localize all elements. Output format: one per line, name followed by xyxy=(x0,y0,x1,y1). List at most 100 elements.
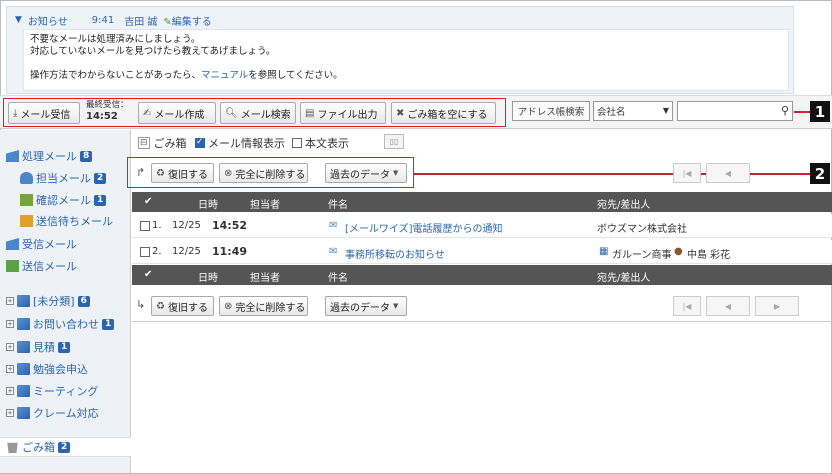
delete-icon: ⊗ xyxy=(224,300,233,312)
sidebar-item-inquiry[interactable]: + お問い合わせ 1 xyxy=(6,316,115,332)
show-body-checkbox[interactable] xyxy=(292,138,302,148)
first-page-button[interactable]: |◀ xyxy=(673,163,701,183)
row-checkbox[interactable] xyxy=(140,221,150,231)
footer-column-date[interactable]: 日時 xyxy=(198,269,218,284)
column-assignee[interactable]: 担当者 xyxy=(250,196,280,211)
prev-page-button-bottom[interactable]: ◀ xyxy=(706,296,750,316)
company-icon: ▦ xyxy=(599,246,609,257)
row-subject-link[interactable]: [メールワイズ]電話履歴からの通知 xyxy=(345,220,503,235)
notice-body: 不要なメールは処理済みにしましょう。 対応していないメールを見つけたら教えてあげ… xyxy=(23,29,789,91)
sidebar-item-meeting[interactable]: + ミーティング xyxy=(6,383,98,399)
count-badge: 1 xyxy=(102,318,115,330)
sidebar-item-inbox[interactable]: 受信メール xyxy=(6,236,77,252)
first-page-button-bottom[interactable]: |◀ xyxy=(673,296,701,316)
main-bottom-divider xyxy=(132,321,832,322)
restore-icon: ♻ xyxy=(156,300,165,312)
show-mail-info-option[interactable]: メール情報表示 xyxy=(195,135,285,151)
notice-header: ▼ お知らせ 9:41 吉田 誠 ✎編集する xyxy=(15,13,212,28)
column-party[interactable]: 宛先/差出人 xyxy=(597,196,650,211)
sidebar-item-estimate[interactable]: + 見積 1 xyxy=(6,339,71,355)
sidebar-label: 見積 xyxy=(33,341,55,354)
sidebar-item-unclassified[interactable]: + [未分類] 6 xyxy=(6,293,90,309)
collapse-triangle-icon[interactable]: ▼ xyxy=(15,15,22,25)
sidebar-label: クレーム対応 xyxy=(33,407,99,420)
notice-line3: 操作方法でわからないことがあったら、マニュアルを参照してください。 xyxy=(30,70,782,82)
delete-permanent-button-bottom[interactable]: ⊗ 完全に削除する xyxy=(219,296,308,316)
notice-line1: 不要なメールは処理済みにしましょう。 xyxy=(30,34,201,45)
past-data-dropdown-bottom[interactable]: 過去のデータ ▼ xyxy=(325,296,407,316)
delete-label: 完全に削除する xyxy=(235,302,306,314)
folder-icon xyxy=(17,318,30,330)
sidebar-item-complaint[interactable]: + クレーム対応 xyxy=(6,405,99,421)
expand-icon[interactable]: + xyxy=(6,409,14,417)
notice-panel: ▼ お知らせ 9:41 吉田 誠 ✎編集する 不要なメールは処理済みにしましょう… xyxy=(6,6,794,94)
table-row[interactable]: 2. 12/25 11:49 ✉ 事務所移転のお知らせ ▦ ガルーン商事 ● 中… xyxy=(132,240,832,264)
row-date: 12/25 xyxy=(172,220,201,231)
company-select[interactable]: 会社名 ▼ xyxy=(593,101,673,121)
row-party-person: 中島 彩花 xyxy=(687,250,731,261)
sidebar-item-assigned[interactable]: 担当メール 2 xyxy=(20,170,107,186)
callout-line-2 xyxy=(414,173,810,175)
row-subject-link[interactable]: 事務所移転のお知らせ xyxy=(345,246,445,261)
table-footer-header: ✔ 日時 担当者 件名 宛先/差出人 xyxy=(132,265,832,285)
notice-title: お知らせ xyxy=(27,16,68,28)
show-body-option[interactable]: 本文表示 xyxy=(292,135,349,151)
notice-edit-link[interactable]: ✎編集する xyxy=(163,13,211,28)
table-header: ✔ 日時 担当者 件名 宛先/差出人 xyxy=(132,192,832,212)
count-badge: 1 xyxy=(94,194,107,206)
expand-icon[interactable]: + xyxy=(6,343,14,351)
footer-column-assignee[interactable]: 担当者 xyxy=(250,269,280,284)
footer-column-subject[interactable]: 件名 xyxy=(328,269,348,284)
pencil-icon: ✎ xyxy=(163,16,172,28)
search-icon[interactable]: ⚲ xyxy=(781,104,789,117)
header-check-icon[interactable]: ✔ xyxy=(144,196,152,207)
sidebar-item-processing[interactable]: 処理メール 8 xyxy=(6,148,93,164)
notice-line2: 対応していないメールを見つけたら教えてあげましょう。 xyxy=(30,46,276,57)
sidebar-item-outbox[interactable]: 送信待ちメール xyxy=(20,213,113,229)
sidebar-item-sent[interactable]: 送信メール xyxy=(6,258,77,274)
highlight-box-1 xyxy=(3,98,506,127)
page-title-text: ごみ箱 xyxy=(153,137,187,150)
sidebar-item-trash[interactable]: ごみ箱 2 xyxy=(6,439,71,455)
sidebar-label: ごみ箱 xyxy=(22,441,55,454)
column-date[interactable]: 日時 xyxy=(198,196,218,211)
sidebar-item-study[interactable]: + 勉強会申込 xyxy=(6,361,88,377)
row-date: 12/25 xyxy=(172,246,201,257)
footer-check-icon[interactable]: ✔ xyxy=(144,269,152,280)
manual-link[interactable]: マニュアル xyxy=(201,70,248,81)
table-row[interactable]: 1. 12/25 14:52 ✉ [メールワイズ]電話履歴からの通知 ボウズマン… xyxy=(132,214,832,238)
sidebar-label: 処理メール xyxy=(22,150,77,163)
restore-label: 復旧する xyxy=(167,302,208,314)
highlight-box-2 xyxy=(127,157,414,188)
expand-icon[interactable]: + xyxy=(6,387,14,395)
expand-icon[interactable]: + xyxy=(6,297,14,305)
show-info-checkbox[interactable] xyxy=(195,137,205,148)
sidebar-item-confirm[interactable]: 確認メール 1 xyxy=(20,192,107,208)
inbox-icon xyxy=(6,238,19,250)
restore-button-bottom[interactable]: ♻ 復旧する xyxy=(151,296,214,316)
company-select-value: 会社名 xyxy=(597,107,626,118)
mail-icon: ✉ xyxy=(329,246,338,257)
address-search-input[interactable]: ⚲ xyxy=(677,101,793,121)
column-subject[interactable]: 件名 xyxy=(328,196,348,211)
page-title: ⊟ ごみ箱 xyxy=(138,135,187,151)
expand-icon[interactable]: + xyxy=(6,365,14,373)
sidebar-label: 勉強会申込 xyxy=(33,363,88,376)
callout-1: 1 xyxy=(810,101,830,122)
footer-column-party[interactable]: 宛先/差出人 xyxy=(597,269,650,284)
split-view-icon[interactable]: ▯▯ xyxy=(384,134,404,149)
folder-icon xyxy=(17,407,30,419)
sidebar-label: 送信待ちメール xyxy=(36,215,113,228)
prev-page-button[interactable]: ◀ xyxy=(706,163,750,183)
row-party: ボウズマン株式会社 xyxy=(597,224,687,235)
sidebar-label: 受信メール xyxy=(22,238,77,251)
next-page-button-bottom[interactable]: ▶ xyxy=(755,296,799,316)
notice-edit-label: 編集する xyxy=(171,16,212,28)
row-checkbox[interactable] xyxy=(140,247,150,257)
check-mail-icon xyxy=(20,194,33,206)
expand-icon[interactable]: + xyxy=(6,320,14,328)
address-book-search-button[interactable]: アドレス帳検索 xyxy=(512,101,590,121)
select-all-arrow-bottom-icon[interactable]: ↳ xyxy=(136,298,145,311)
notice-time: 9:41 xyxy=(91,14,115,26)
sidebar-label: 送信メール xyxy=(22,260,77,273)
